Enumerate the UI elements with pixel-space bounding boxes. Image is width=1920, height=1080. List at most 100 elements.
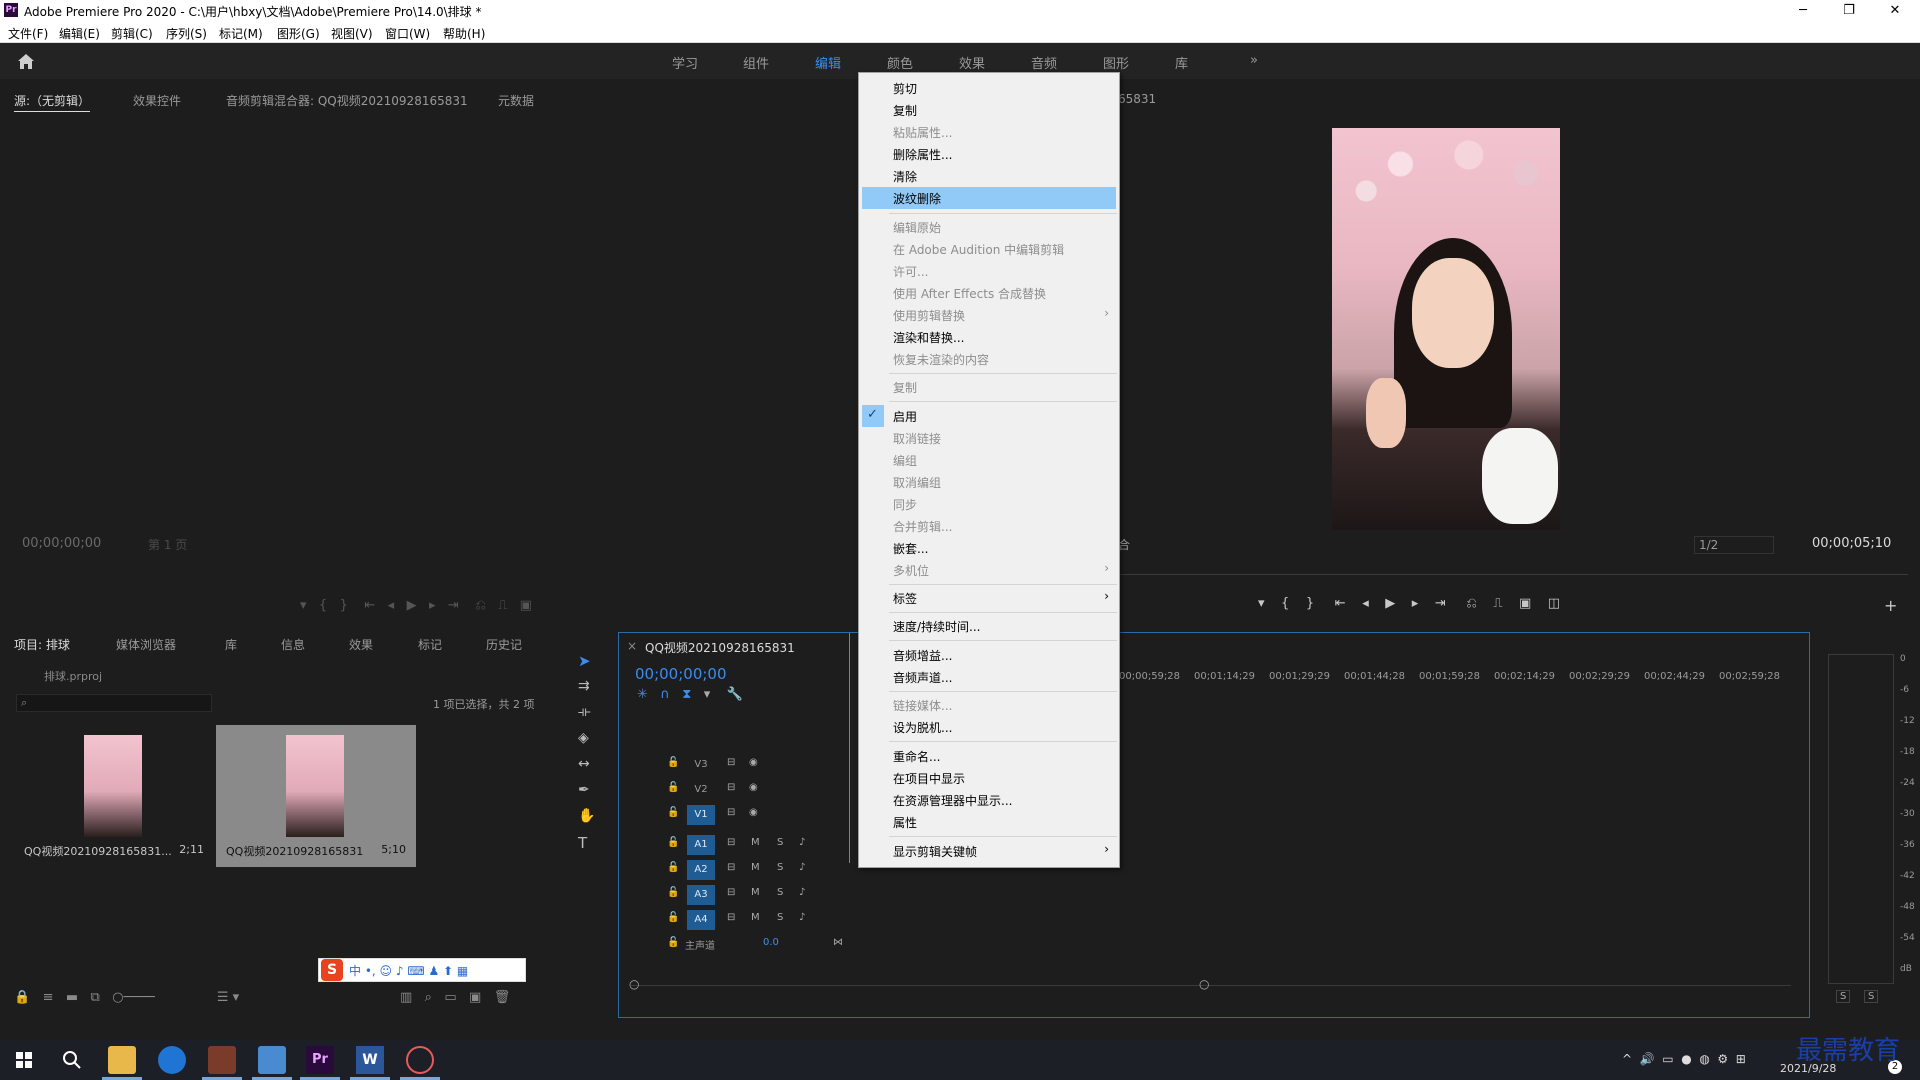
menu-item-license[interactable]: 许可... (859, 260, 1119, 282)
program-scrub-bar[interactable] (1118, 574, 1908, 575)
tab-source[interactable]: 源:（无剪辑） (14, 92, 91, 112)
track-label[interactable]: A3 (687, 885, 715, 905)
menu-item-render-and-replace[interactable]: 渲染和替换... (859, 326, 1119, 348)
menu-item-nest[interactable]: 嵌套... (859, 537, 1119, 559)
eye-icon[interactable]: ◉ (749, 782, 758, 793)
workspace-tab-graphics[interactable]: 图形 (1103, 53, 1129, 72)
menu-item-clear[interactable]: 清除 (859, 165, 1119, 187)
menu-item-reveal-in-project[interactable]: 在项目中显示 (859, 767, 1119, 789)
menu-item-audio-gain[interactable]: 音频增益... (859, 644, 1119, 666)
menu-clip[interactable]: 剪辑(C) (111, 25, 153, 42)
menu-item-merge-clips[interactable]: 合并剪辑... (859, 515, 1119, 537)
slip-tool-icon[interactable]: ↔ (578, 756, 590, 772)
master-meter-icon[interactable]: ⋈ (833, 937, 843, 948)
home-icon[interactable] (16, 52, 36, 70)
source-page-select[interactable]: 第 1 页 (148, 536, 187, 553)
menu-item-edit-original[interactable]: 编辑原始 (859, 216, 1119, 238)
close-button[interactable]: ✕ (1872, 0, 1918, 22)
meter-solo-right[interactable]: S (1864, 990, 1879, 1003)
source-timecode[interactable]: 00;00;00;00 (22, 536, 101, 551)
mute-button[interactable]: M (751, 887, 760, 898)
ime-controls[interactable]: 中 •, ☺ ♪ ⌨ ♟ ⬆ ▦ (349, 962, 468, 979)
menu-item-restore-unrendered[interactable]: 恢复未渲染的内容 (859, 348, 1119, 370)
timeline-ruler[interactable]: 00;00;59;28 00;01;14;29 00;01;29;29 00;0… (1119, 671, 1799, 685)
tab-audio-clip-mixer[interactable]: 音频剪辑混合器: QQ视频20210928165831 (226, 92, 468, 109)
lock-icon[interactable]: 🔓 (667, 912, 679, 923)
search-icon[interactable] (58, 1046, 86, 1074)
menu-sequence[interactable]: 序列(S) (166, 25, 207, 42)
menu-item-reveal-in-explorer[interactable]: 在资源管理器中显示... (859, 789, 1119, 811)
tab-markers[interactable]: 标记 (418, 636, 442, 653)
workspace-tab-audio[interactable]: 音频 (1031, 53, 1057, 72)
menu-item-audio-channels[interactable]: 音频声道... (859, 666, 1119, 688)
track-label[interactable]: A4 (687, 910, 715, 930)
menu-item-cut[interactable]: 剪切 (859, 77, 1119, 99)
program-title-fragment[interactable]: 65831 (1118, 92, 1156, 106)
program-transport-controls[interactable]: ▾ { } ⇤ ◂ ▶ ▸ ⇥ ⎌ ⎍ ▣ ◫ (1258, 596, 1560, 611)
menu-item-link-media[interactable]: 链接媒体... (859, 694, 1119, 716)
lock-icon[interactable]: 🔓 (667, 807, 679, 818)
premiere-pro-icon[interactable]: Pr (306, 1046, 334, 1074)
project-item-2-selected[interactable]: QQ视频20210928165831 5;10 (216, 725, 416, 867)
tab-effects[interactable]: 效果 (349, 636, 373, 653)
sync-icon[interactable]: ⊟ (727, 757, 735, 768)
tab-history[interactable]: 历史记 (486, 636, 522, 653)
menu-help[interactable]: 帮助(H) (443, 25, 485, 42)
menu-file[interactable]: 文件(F) (8, 25, 48, 42)
tab-effect-controls[interactable]: 效果控件 (133, 92, 181, 109)
menu-item-synchronize[interactable]: 同步 (859, 493, 1119, 515)
workspace-tab-color[interactable]: 颜色 (887, 53, 913, 72)
sync-icon[interactable]: ⊟ (727, 807, 735, 818)
lock-icon[interactable]: 🔓 (667, 937, 679, 948)
tab-info[interactable]: 信息 (281, 636, 305, 653)
solo-button[interactable]: S (777, 862, 783, 873)
windows-start-icon[interactable] (10, 1046, 38, 1074)
tab-project[interactable]: 项目: 排球 (14, 636, 70, 653)
sync-icon[interactable]: ⊟ (727, 837, 735, 848)
tab-metadata[interactable]: 元数据 (498, 92, 534, 109)
add-button[interactable]: + (1884, 596, 1897, 615)
mic-icon[interactable]: ♪ (799, 912, 805, 923)
menu-item-duplicate[interactable]: 复制 (859, 376, 1119, 398)
menu-item-replace-with-clip[interactable]: 使用剪辑替换 › (859, 304, 1119, 326)
minimize-button[interactable]: ─ (1780, 0, 1826, 22)
menu-item-group[interactable]: 编组 (859, 449, 1119, 471)
timeline-close-icon[interactable]: × (627, 639, 637, 653)
project-item-1[interactable]: QQ视频20210928165831... 2;11 (14, 725, 214, 867)
lock-icon[interactable]: 🔓 (667, 837, 679, 848)
selection-tool-icon[interactable]: ➤ (578, 652, 591, 670)
menu-item-copy[interactable]: 复制 (859, 99, 1119, 121)
mic-icon[interactable]: ♪ (799, 837, 805, 848)
razor-tool-icon[interactable]: ◈ (578, 730, 589, 746)
workspace-tab-assembly[interactable]: 组件 (743, 53, 769, 72)
ripple-edit-tool-icon[interactable]: ⟛ (578, 704, 591, 720)
mute-button[interactable]: M (751, 862, 760, 873)
workspace-more-button[interactable]: » (1250, 53, 1258, 68)
menu-marker[interactable]: 标记(M) (219, 25, 263, 42)
menu-item-ungroup[interactable]: 取消编组 (859, 471, 1119, 493)
edge-browser-icon[interactable] (158, 1046, 186, 1074)
menu-edit[interactable]: 编辑(E) (59, 25, 100, 42)
project-footer-actions[interactable]: ▥ ⌕ ▭ ▣ 🗑 (400, 990, 510, 1005)
scrollbar-left-handle[interactable]: ○ (629, 977, 639, 991)
eye-icon[interactable]: ◉ (749, 757, 758, 768)
project-footer-toolbar[interactable]: 🔒 ≡ ▬ ⧉ ○──── ☰ ▾ (14, 990, 239, 1005)
eye-icon[interactable]: ◉ (749, 807, 758, 818)
lock-icon[interactable]: 🔓 (667, 757, 679, 768)
menu-item-enable[interactable]: ✓ 启用 (859, 405, 1119, 427)
menu-graphics[interactable]: 图形(G) (277, 25, 320, 42)
pen-tool-icon[interactable]: ✒ (578, 782, 590, 798)
menu-item-properties[interactable]: 属性 (859, 811, 1119, 833)
lock-icon[interactable]: 🔓 (667, 887, 679, 898)
workspace-tab-learn[interactable]: 学习 (672, 53, 698, 72)
menu-item-label[interactable]: 标签 › (859, 587, 1119, 609)
scrollbar-right-handle[interactable]: ○ (1199, 977, 1209, 991)
track-label[interactable]: V2 (687, 780, 715, 800)
maximize-button[interactable]: ❐ (1826, 0, 1872, 22)
menu-item-make-offline[interactable]: 设为脱机... (859, 716, 1119, 738)
menu-item-remove-attributes[interactable]: 删除属性... (859, 143, 1119, 165)
track-label[interactable]: A2 (687, 860, 715, 880)
track-select-tool-icon[interactable]: ⇉ (578, 678, 590, 694)
timeline-sequence-tab[interactable]: QQ视频20210928165831 (645, 639, 795, 656)
media-app-icon[interactable] (208, 1046, 236, 1074)
